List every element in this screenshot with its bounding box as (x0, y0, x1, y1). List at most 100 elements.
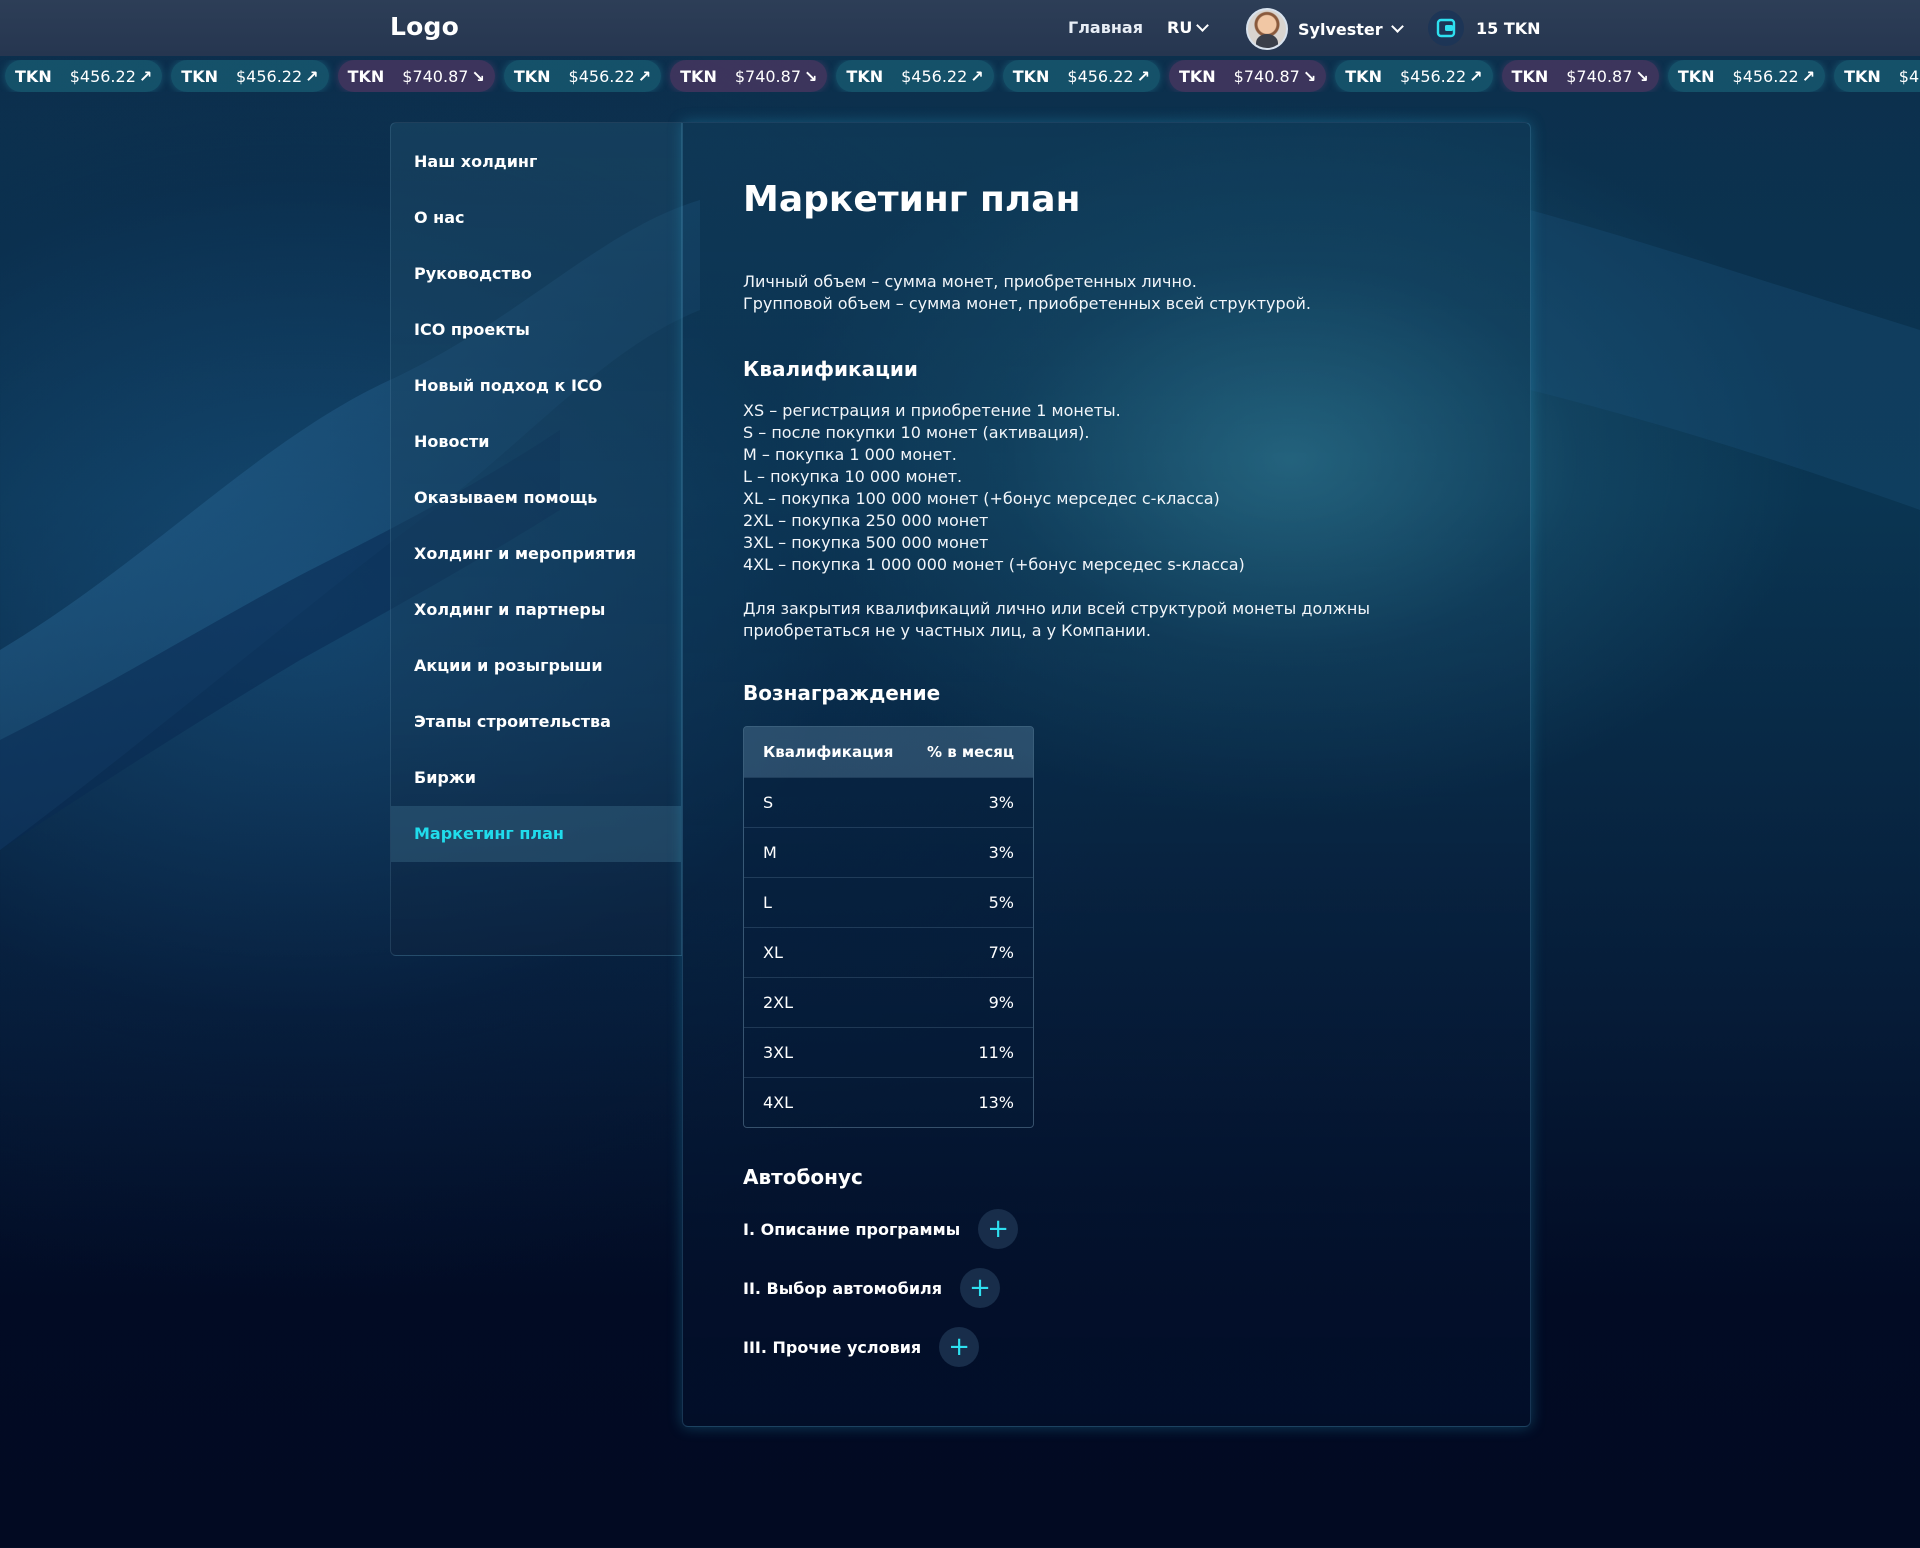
plus-icon[interactable]: + (939, 1327, 980, 1367)
wallet-icon (1428, 10, 1464, 46)
arrow-up-right-icon: ↗ (1801, 66, 1816, 86)
ticker-symbol: TKN (1345, 66, 1382, 86)
ticker-symbol: TKN (1012, 66, 1050, 86)
ticker-price: $456.22 (1399, 66, 1467, 86)
arrow-down-right-icon: ↘ (1302, 66, 1317, 86)
ticker-symbol: TKN (680, 66, 717, 86)
ticker-chip: TKN $740.87 ↘ (1168, 60, 1327, 92)
table-cell-qualification: XL (763, 943, 783, 962)
arrow-up-right-icon: ↗ (970, 66, 984, 86)
sidebar-item[interactable]: Биржи (391, 750, 681, 806)
table-cell-percent: 13% (978, 1093, 1014, 1112)
sidebar-item[interactable]: Руководство (391, 246, 681, 302)
ticker-chip: TKN $740.87 ↘ (337, 60, 495, 92)
accordion-description[interactable]: I. Описание программы + (743, 1209, 1019, 1249)
table-header-qualification: Квалификация (763, 743, 894, 761)
sidebar-item[interactable]: Новый подход к ICO (391, 358, 681, 414)
language-selector[interactable]: RU (1167, 18, 1210, 37)
sidebar-item[interactable]: ICO проекты (391, 302, 681, 358)
sidebar-item[interactable]: Акции и розыгрыши (391, 638, 681, 694)
top-header: Logo Главная RU Sylvester 15 TKN (0, 0, 1920, 56)
accordion-label: III. Прочие условия (743, 1337, 922, 1357)
qualification-item: 2XL – покупка 250 000 монет (743, 511, 989, 530)
sidebar-item[interactable]: Холдинг и партнеры (391, 582, 681, 638)
arrow-up-right-icon: ↗ (138, 66, 153, 86)
ticker-symbol: TKN (846, 66, 884, 86)
table-cell-percent: 5% (988, 893, 1014, 912)
user-name: Sylvester (1298, 19, 1383, 39)
sidebar-item[interactable]: Этапы строительства (391, 694, 681, 750)
accordion-other-terms[interactable]: III. Прочие условия + (743, 1327, 980, 1367)
table-header-row: Квалификация % в месяц (744, 727, 1033, 777)
sidebar-item[interactable]: Наш холдинг (391, 134, 681, 190)
ticker-price: $740.87 (1566, 66, 1633, 86)
ticker-symbol: TKN (1677, 66, 1715, 86)
ticker-chip: TKN$456.22↗ (503, 60, 662, 92)
ticker-chip: TKN $740.87 ↘ (1501, 60, 1659, 92)
ticker-price: $456.22 (1898, 66, 1920, 86)
ticker-symbol: TKN (347, 66, 385, 86)
plus-icon[interactable]: + (960, 1268, 1001, 1308)
qualification-item: XS – регистрация и приобретение 1 монеты… (743, 401, 1121, 420)
table-cell-percent: 7% (988, 943, 1014, 962)
table-row: XL 7% (744, 927, 1033, 977)
avatar (1246, 8, 1288, 50)
arrow-up-right-icon: ↗ (1136, 66, 1150, 86)
page-title: Маркетинг план (743, 179, 1081, 220)
table-cell-qualification: 3XL (763, 1043, 794, 1062)
sidebar-item[interactable]: Маркетинг план (391, 806, 681, 862)
ticker-price: $740.87 (402, 66, 469, 86)
sidebar-item[interactable]: Оказываем помощь (391, 470, 681, 526)
qualification-item: XL – покупка 100 000 монет (+бонус мерсе… (743, 489, 1220, 508)
sidebar-item[interactable]: О нас (391, 190, 681, 246)
table-row: S 3% (744, 777, 1033, 827)
sidebar: Наш холдинг О нас Руководство ICO проекты Но… (390, 122, 682, 956)
reward-heading: Вознаграждение (743, 681, 941, 705)
autobonus-heading: Автобонус (743, 1165, 863, 1189)
ticker-symbol: TKN (1844, 66, 1881, 86)
table-row: 2XL 9% (744, 977, 1033, 1027)
price-ticker: TKN $456.22 ↗ TKN $456.22 ↗ TKN $740.87 ↘ TKN $456… (0, 60, 1920, 92)
table-cell-qualification: 2XL (763, 993, 794, 1012)
arrow-down-right-icon: ↘ (1635, 66, 1649, 86)
ticker-price: $456.22 (235, 66, 303, 86)
ticker-chip: TKN$456.22↗ (1002, 60, 1160, 92)
ticker-price: $456.22 (901, 66, 968, 86)
language-label: RU (1167, 18, 1193, 37)
wallet-balance[interactable]: 15 TKN (1428, 10, 1541, 46)
ticker-symbol: TKN (181, 66, 218, 86)
table-cell-percent: 3% (988, 793, 1014, 812)
ticker-price: $740.87 (734, 66, 801, 86)
table-cell-qualification: M (763, 843, 777, 862)
table-cell-percent: 3% (988, 843, 1014, 862)
sidebar-item[interactable]: Новости (391, 414, 681, 470)
ticker-chip: TKN$456.22↗ (5, 60, 163, 92)
table-cell-qualification: S (763, 793, 774, 812)
logo[interactable]: Logo (390, 12, 459, 41)
table-cell-percent: 9% (988, 993, 1014, 1012)
sidebar-item[interactable]: Холдинг и мероприятия (391, 526, 681, 582)
qualification-item: 3XL – покупка 500 000 монет (743, 533, 989, 552)
ticker-chip: TKN $740.87 ↘ (670, 60, 828, 92)
arrow-up-right-icon: ↗ (305, 66, 319, 86)
table-row: 3XL 11% (744, 1027, 1033, 1077)
nav-home-link[interactable]: Главная (1068, 18, 1143, 37)
closing-note-line-1: Для закрытия квалификаций лично или всей… (743, 599, 1370, 618)
reward-table: Квалификация % в месяц S 3% M 3% L 5% XL 7% 2XL 9… (743, 726, 1034, 1128)
ticker-price: $456.22 (1732, 66, 1799, 86)
accordion-label: I. Описание программы (743, 1219, 961, 1239)
intro-text: Личный объем – сумма монет, приобретенны… (743, 271, 1463, 315)
accordion-label: II. Выбор автомобиля (743, 1278, 943, 1298)
plus-icon[interactable]: + (978, 1209, 1019, 1249)
ticker-symbol: TKN (1178, 66, 1216, 86)
user-menu[interactable]: Sylvester (1246, 8, 1404, 50)
chevron-down-icon (1196, 18, 1210, 32)
accordion-car-choice[interactable]: II. Выбор автомобиля + (743, 1268, 1001, 1308)
ticker-chip: TKN$456.22↗ (1834, 60, 1920, 92)
table-header-percent: % в месяц (926, 743, 1014, 761)
ticker-price: $456.22 (568, 66, 635, 86)
qualification-item: M – покупка 1 000 монет. (743, 445, 957, 464)
closing-note-line-2: приобретаться не у частных лиц, а у Комп… (743, 621, 1151, 640)
table-row: M 3% (744, 827, 1033, 877)
ticker-symbol: TKN (513, 66, 551, 86)
